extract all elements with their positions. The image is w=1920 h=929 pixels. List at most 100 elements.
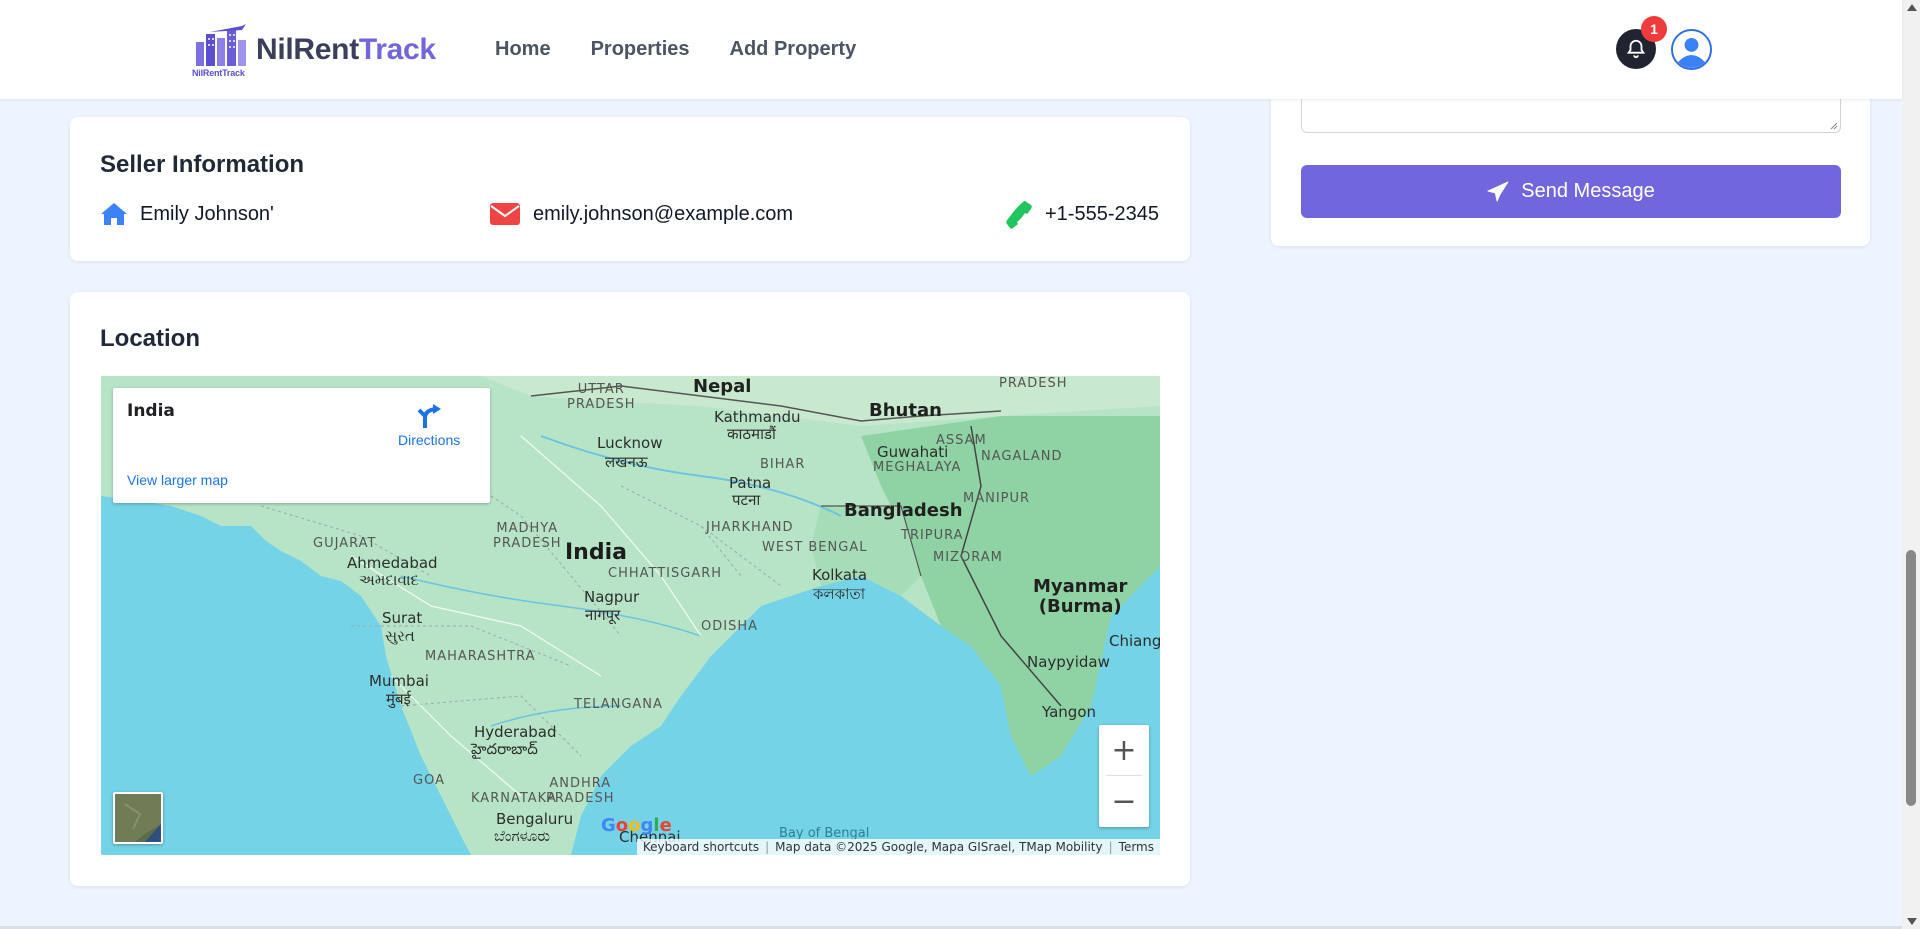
scroll-down-arrow-icon[interactable] bbox=[1907, 918, 1917, 925]
satellite-thumbnail-icon bbox=[115, 794, 161, 842]
nav-add-property[interactable]: Add Property bbox=[730, 38, 857, 61]
map-info-box: India Directions View larger map bbox=[113, 388, 490, 503]
nav-links: Home Properties Add Property bbox=[495, 38, 856, 61]
map-info-title: India bbox=[127, 401, 175, 421]
keyboard-shortcuts-link[interactable]: Keyboard shortcuts bbox=[643, 840, 759, 854]
google-logo: Google bbox=[601, 815, 672, 836]
home-icon bbox=[100, 200, 128, 228]
map-label-goa: GOA bbox=[413, 773, 445, 788]
map-label-mumbai-local: मुंबई bbox=[386, 690, 411, 708]
map-label-mumbai: Mumbai bbox=[369, 672, 429, 690]
map-label-mizoram: MIZORAM bbox=[933, 550, 1003, 565]
map-label-hyderabad: Hyderabad bbox=[474, 723, 557, 741]
location-card: Location Nepal Kathmandu काठमाडौं Bhutan… bbox=[70, 292, 1190, 886]
map-label-nagpur-local: नागपूर bbox=[585, 606, 621, 624]
brand[interactable]: NilRentTrack NilRentTrack bbox=[190, 24, 436, 78]
brand-name-part2: Track bbox=[358, 33, 436, 66]
map-data-text: Map data ©2025 Google, Mapa GISrael, TMa… bbox=[775, 840, 1103, 854]
map-label-patna-local: पटना bbox=[732, 491, 761, 509]
map-label-chhattisgarh: CHHATTISGARH bbox=[608, 566, 723, 581]
map-label-west-bengal: WEST BENGAL bbox=[762, 540, 868, 555]
map-label-bengaluru: Bengaluru bbox=[496, 810, 574, 828]
map-label-meghalaya: MEGHALAYA bbox=[873, 460, 962, 475]
map-label-india: India bbox=[565, 540, 627, 565]
map-label-bangladesh: Bangladesh bbox=[844, 500, 963, 521]
map-label-bengaluru-local: ಬೆಂಗಳೂರು bbox=[494, 827, 551, 845]
user-avatar-icon bbox=[1673, 31, 1710, 68]
map-zoom-controls: + − bbox=[1099, 725, 1149, 827]
map-label-odisha: ODISHA bbox=[701, 619, 758, 634]
seller-information-title: Seller Information bbox=[100, 151, 305, 178]
page-scrollbar[interactable] bbox=[1902, 0, 1920, 929]
map-label-kolkata-local: কলকাতা bbox=[813, 585, 866, 603]
resize-handle-icon[interactable] bbox=[1828, 120, 1838, 130]
map-label-pradesh-top: PRADESH bbox=[999, 376, 1068, 391]
seller-phone[interactable]: +1-555-2345 bbox=[1045, 203, 1159, 226]
map-label-bhutan: Bhutan bbox=[869, 400, 942, 421]
brand-name-part1: NilRent bbox=[256, 33, 359, 66]
scroll-thumb[interactable] bbox=[1906, 550, 1916, 806]
map-label-bihar: BIHAR bbox=[760, 457, 806, 472]
nav-home[interactable]: Home bbox=[495, 38, 551, 61]
nav-properties[interactable]: Properties bbox=[591, 38, 690, 61]
seller-information-card: Seller Information Emily Johnson' emily.… bbox=[70, 117, 1190, 261]
map-label-maharashtra: MAHARASHTRA bbox=[425, 649, 536, 664]
map-type-toggle[interactable] bbox=[113, 792, 163, 844]
view-larger-map-link[interactable]: View larger map bbox=[127, 472, 228, 488]
map-label-yangon: Yangon bbox=[1042, 703, 1097, 721]
seller-email-row: emily.johnson@example.com bbox=[489, 200, 793, 228]
map-label-nepal: Nepal bbox=[693, 376, 752, 397]
map-label-nagpur: Nagpur bbox=[584, 588, 640, 606]
map-label-naypyidaw: Naypyidaw bbox=[1027, 653, 1110, 671]
map-label-uttar-pradesh: UTTAR PRADESH bbox=[567, 382, 636, 412]
map-label-manipur: MANIPUR bbox=[963, 491, 1031, 506]
seller-phone-row: +1-555-2345 bbox=[1005, 200, 1159, 229]
map-label-ahmedabad-local: અમદાવાદ bbox=[359, 571, 419, 589]
map-label-jharkhand: JHARKHAND bbox=[706, 520, 794, 535]
attribution-separator: | bbox=[765, 840, 770, 854]
send-message-label: Send Message bbox=[1521, 180, 1655, 202]
map-label-surat-local: સુરત bbox=[385, 627, 415, 645]
user-avatar[interactable] bbox=[1671, 29, 1712, 70]
map-label-kolkata: Kolkata bbox=[812, 566, 868, 584]
terms-link[interactable]: Terms bbox=[1119, 840, 1154, 854]
directions-link[interactable]: Directions bbox=[398, 402, 460, 448]
map-label-chiang: Chiang bbox=[1109, 632, 1160, 650]
map-label-lucknow-local: लखनऊ bbox=[605, 453, 648, 471]
embedded-map[interactable]: Nepal Kathmandu काठमाडौं Bhutan UTTAR PR… bbox=[101, 376, 1160, 855]
directions-label: Directions bbox=[398, 432, 461, 448]
map-label-lucknow: Lucknow bbox=[597, 434, 663, 452]
logo-icon: NilRentTrack bbox=[190, 24, 256, 78]
map-label-karnataka: KARNATAKA bbox=[471, 791, 557, 806]
map-label-tripura: TRIPURA bbox=[901, 528, 964, 543]
phone-icon bbox=[1005, 200, 1033, 229]
map-label-surat: Surat bbox=[382, 609, 423, 627]
brand-name: NilRentTrack bbox=[256, 33, 436, 67]
directions-arrow-icon bbox=[417, 404, 442, 428]
map-label-ahmedabad: Ahmedabad bbox=[347, 554, 438, 572]
map-attribution: Keyboard shortcuts | Map data ©2025 Goog… bbox=[636, 839, 1160, 855]
attribution-separator: | bbox=[1108, 840, 1113, 854]
location-title: Location bbox=[100, 325, 200, 352]
zoom-in-button[interactable]: + bbox=[1099, 725, 1149, 775]
map-label-telangana: TELANGANA bbox=[574, 697, 663, 712]
seller-name: Emily Johnson' bbox=[140, 202, 274, 225]
map-label-gujarat: GUJARAT bbox=[313, 536, 377, 551]
navbar: NilRentTrack NilRentTrack Home Propertie… bbox=[0, 0, 1902, 99]
zoom-out-button[interactable]: − bbox=[1099, 776, 1149, 826]
seller-name-row: Emily Johnson' bbox=[100, 200, 274, 228]
map-label-myanmar: Myanmar (Burma) bbox=[1033, 576, 1128, 617]
send-message-button[interactable]: Send Message bbox=[1301, 165, 1841, 218]
paper-plane-icon bbox=[1487, 180, 1509, 203]
logo-caption: NilRentTrack bbox=[192, 68, 245, 78]
scroll-up-arrow-icon[interactable] bbox=[1907, 4, 1917, 11]
seller-email[interactable]: emily.johnson@example.com bbox=[533, 203, 793, 226]
envelope-icon bbox=[489, 200, 521, 228]
map-label-kathmandu-local: काठमाडौं bbox=[727, 425, 776, 443]
map-label-nagaland: NAGALAND bbox=[981, 449, 1063, 464]
notification-badge: 1 bbox=[1641, 16, 1667, 42]
bell-icon bbox=[1626, 39, 1646, 59]
map-label-madhya-pradesh: MADHYA PRADESH bbox=[493, 521, 562, 551]
map-label-guwahati: Guwahati bbox=[877, 443, 949, 461]
map-label-hyderabad-local: హైదరాబాద్ bbox=[471, 740, 538, 758]
